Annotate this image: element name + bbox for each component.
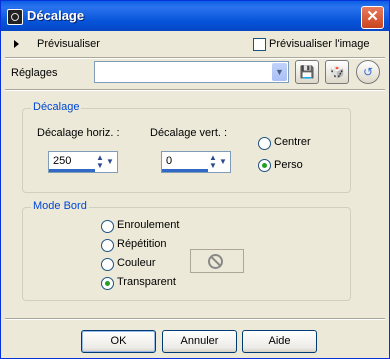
reset-button[interactable]: ↺ — [356, 60, 380, 84]
radio-repeat-label[interactable]: Répétition — [117, 238, 167, 250]
preview-image-label[interactable]: Prévisualiser l'image — [269, 38, 370, 50]
horiz-offset-value[interactable]: 250 — [53, 155, 71, 167]
radio-transparent-label[interactable]: Transparent — [117, 276, 176, 288]
radio-wrap[interactable] — [101, 220, 114, 233]
spin-down-icon[interactable]: ▼ — [96, 161, 104, 170]
presets-combo[interactable]: ▼ — [94, 61, 289, 83]
close-button[interactable]: ✕ — [361, 6, 384, 29]
vert-offset-value[interactable]: 0 — [166, 155, 172, 167]
preview-image-checkbox[interactable] — [253, 38, 266, 51]
save-preset-icon: 💾 — [299, 65, 315, 79]
ok-button[interactable]: OK — [81, 330, 156, 353]
close-icon: ✕ — [366, 8, 379, 25]
radio-custom[interactable] — [258, 159, 271, 172]
spin-down-icon[interactable]: ▼ — [209, 161, 217, 170]
no-color-icon — [208, 254, 223, 269]
vert-offset-label: Décalage vert. : — [150, 127, 228, 139]
presets-label: Réglages — [11, 67, 58, 79]
chevron-down-icon[interactable]: ▼ — [219, 157, 227, 166]
title-bar[interactable]: Décalage ✕ — [1, 1, 389, 31]
radio-custom-label[interactable]: Perso — [274, 159, 303, 171]
help-button[interactable]: Aide — [242, 330, 317, 353]
input-underline — [162, 169, 208, 172]
cancel-button[interactable]: Annuler — [162, 330, 237, 353]
radio-wrap-label[interactable]: Enroulement — [117, 219, 179, 231]
radio-color-label[interactable]: Couleur — [117, 257, 156, 269]
vert-spin-buttons[interactable]: ▲ ▼ ▼ — [207, 153, 229, 171]
separator — [5, 57, 385, 59]
horiz-offset-label: Décalage horiz. : — [37, 127, 120, 139]
app-icon — [7, 9, 23, 25]
radio-center[interactable] — [258, 137, 271, 150]
horiz-offset-input[interactable]: 250 ▲ ▼ ▼ — [48, 151, 118, 173]
vert-offset-input[interactable]: 0 ▲ ▼ ▼ — [161, 151, 231, 173]
preview-label[interactable]: Prévisualiser — [37, 38, 100, 50]
radio-transparent[interactable] — [101, 277, 114, 290]
window-title: Décalage — [27, 8, 85, 23]
radio-center-label[interactable]: Centrer — [274, 136, 311, 148]
edge-mode-legend: Mode Bord — [31, 200, 89, 212]
separator — [5, 89, 385, 91]
save-preset-button[interactable]: 💾 — [295, 60, 319, 84]
separator — [5, 318, 385, 320]
input-underline — [49, 169, 95, 172]
expand-preview-icon[interactable] — [14, 40, 19, 48]
dialog-window: Décalage ✕ Prévisualiser Prévisualiser l… — [0, 0, 390, 359]
radio-repeat[interactable] — [101, 239, 114, 252]
random-button[interactable]: 🎲 — [325, 60, 349, 84]
color-swatch[interactable] — [190, 249, 244, 273]
radio-color[interactable] — [101, 258, 114, 271]
chevron-down-icon[interactable]: ▼ — [106, 157, 114, 166]
reset-icon: ↺ — [362, 65, 374, 79]
edge-mode-group: Mode Bord — [22, 200, 351, 301]
horiz-spin-buttons[interactable]: ▲ ▼ ▼ — [94, 153, 116, 171]
chevron-down-icon[interactable]: ▼ — [272, 63, 287, 81]
offset-legend: Décalage — [31, 101, 82, 113]
dice-icon: 🎲 — [329, 65, 345, 79]
